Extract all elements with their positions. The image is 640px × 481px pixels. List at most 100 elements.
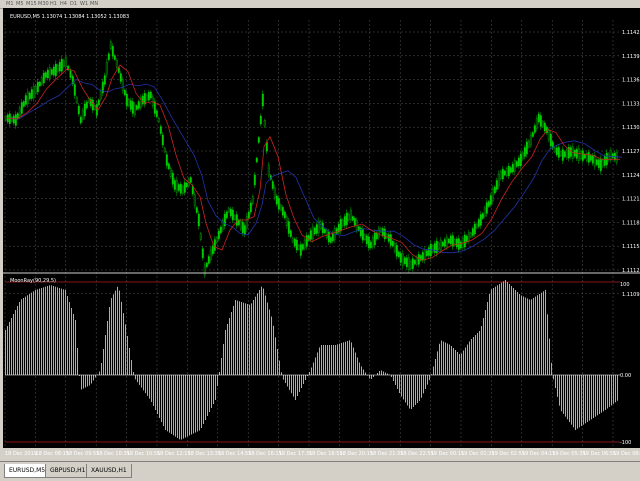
histogram-bar (609, 375, 610, 407)
histogram-bar (601, 375, 602, 413)
candle-body (449, 235, 452, 245)
time-label: 18 Dec 12:15 (157, 451, 191, 457)
histogram-bar (201, 375, 202, 428)
histogram-bar (285, 375, 286, 384)
candle-body (52, 66, 55, 76)
histogram-bar (127, 336, 128, 375)
histogram-bar (437, 351, 438, 375)
histogram-bar (53, 286, 54, 375)
histogram-bar (299, 375, 300, 392)
histogram-bar (577, 375, 578, 429)
candle-body (425, 250, 428, 256)
candle-body (91, 99, 94, 111)
candle-body (541, 121, 544, 127)
histogram-bar (611, 375, 612, 406)
time-label: 18 Dec 20:15 (339, 451, 373, 457)
candle-body (85, 101, 88, 109)
candle-body (201, 248, 204, 258)
histogram-bar (267, 302, 268, 375)
histogram-bar (159, 375, 160, 418)
histogram-bar (571, 375, 572, 425)
histogram-bar (241, 302, 242, 375)
histogram-bar (511, 286, 512, 375)
candle-body (75, 97, 78, 103)
candle-body (415, 257, 418, 265)
histogram-bar (475, 335, 476, 375)
histogram-bar (11, 318, 12, 375)
candle-body (597, 159, 600, 168)
candle-body (477, 219, 480, 227)
candle-body (215, 237, 218, 243)
histogram-bar (383, 371, 384, 375)
tab-xauusd-h1[interactable]: XAUUSD,H1 (86, 464, 132, 478)
candle-body (185, 182, 188, 188)
histogram-bar (333, 345, 334, 375)
indicator-scale-label: -100 (620, 440, 631, 446)
price-chart[interactable]: 1.11425 1.11395 1.11365 1.11335 1.11305 1.112… (0, 0, 640, 480)
indicator-scale-label: 100 (620, 282, 630, 288)
time-label: 19 Dec 08:15 (613, 451, 640, 457)
candle-body (123, 89, 126, 96)
candle-body (133, 104, 136, 116)
tab-gbpusd-h1[interactable]: GBPUSD,H1 (45, 464, 91, 478)
histogram-bar (123, 313, 124, 375)
histogram-bar (381, 370, 382, 375)
histogram-bar (529, 299, 530, 375)
histogram-bar (445, 342, 446, 375)
histogram-bar (219, 372, 220, 375)
candle-body (439, 239, 442, 251)
candle-body (199, 233, 202, 240)
histogram-bar (73, 314, 74, 375)
histogram-bar (547, 314, 548, 375)
candle-body (251, 196, 254, 204)
candle-body (129, 100, 132, 110)
histogram-bar (341, 343, 342, 375)
histogram-bar (227, 324, 228, 375)
price-label: 1.11155 (622, 244, 640, 250)
histogram-bar (87, 375, 88, 387)
candle-body (48, 67, 51, 79)
histogram-bar (199, 375, 200, 431)
histogram-bar (265, 295, 266, 375)
candle-body (60, 59, 63, 72)
candle-body (441, 241, 444, 247)
histogram-bar (517, 292, 518, 375)
histogram-bar (377, 373, 378, 375)
candle-body (54, 63, 57, 77)
histogram-bar (221, 358, 222, 375)
histogram-bar (151, 375, 152, 402)
histogram-bar (509, 284, 510, 375)
candle-body (537, 113, 540, 123)
histogram-bar (339, 343, 340, 375)
candle-body (323, 228, 326, 234)
candle-body (579, 151, 582, 159)
histogram-bar (539, 294, 540, 375)
candle-body (177, 184, 180, 191)
histogram-bar (17, 306, 18, 375)
histogram-bar (249, 304, 250, 375)
histogram-bar (347, 341, 348, 375)
candle-body (411, 258, 414, 269)
candle-body (151, 96, 154, 106)
histogram-bar (597, 375, 598, 416)
histogram-bar (185, 375, 186, 438)
candle-body (245, 216, 248, 229)
candle-body (365, 235, 368, 244)
candle-body (417, 254, 420, 265)
histogram-bar (359, 362, 360, 375)
histogram-bar (303, 375, 304, 384)
candle-body (599, 158, 602, 172)
candle-body (495, 180, 498, 190)
histogram-bar (93, 375, 94, 381)
tab-eurusd-m5[interactable]: EURUSD,M5 (4, 464, 51, 478)
candle-body (273, 187, 276, 198)
candle-body (381, 228, 384, 236)
candle-body (601, 159, 604, 167)
candle-body (165, 154, 168, 166)
candle-body (109, 41, 112, 49)
histogram-bar (169, 375, 170, 433)
histogram-bar (393, 375, 394, 381)
candle-body (193, 194, 196, 206)
histogram-bar (115, 290, 116, 375)
histogram-bar (315, 357, 316, 375)
